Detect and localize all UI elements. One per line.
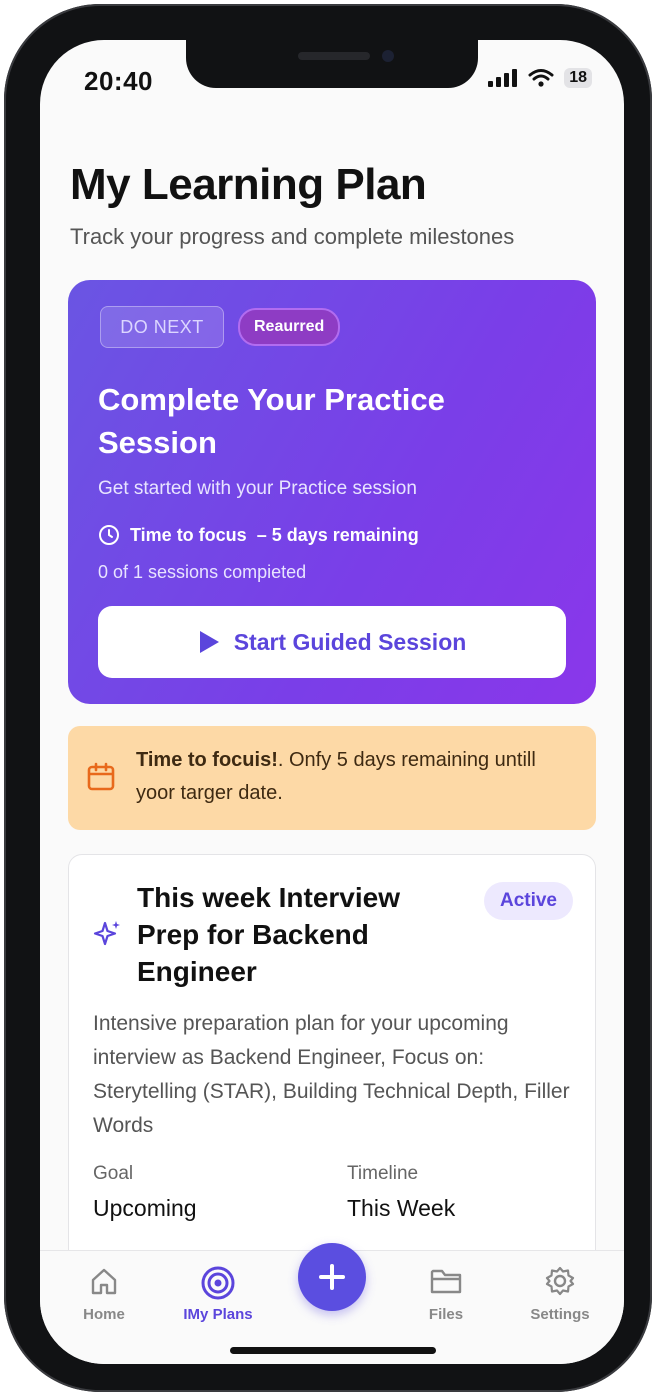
do-next-card: DO NEXT Reaurred Complete Your Practice … — [68, 280, 596, 704]
calendar-icon — [87, 762, 115, 791]
tab-settings-label: Settings — [530, 1306, 590, 1323]
focus-row: Time to focus – 5 days remaining — [98, 524, 419, 546]
gear-icon — [545, 1266, 575, 1296]
do-next-chip: DO NEXT — [100, 306, 224, 348]
required-badge: Reaurred — [238, 308, 341, 346]
notch — [186, 40, 478, 88]
goal-label: Goal — [93, 1163, 134, 1184]
timeline-label: Timeline — [347, 1163, 419, 1184]
target-icon — [201, 1266, 235, 1300]
focus-remaining: – 5 days remaining — [256, 524, 419, 545]
alert-bold: Time to focuis! — [136, 749, 278, 771]
status-time: 20:40 — [84, 66, 153, 96]
folder-icon — [430, 1269, 462, 1294]
battery-indicator: 18 — [564, 68, 592, 88]
play-icon — [199, 631, 219, 653]
wifi-icon — [528, 69, 554, 87]
active-badge: Active — [483, 882, 573, 920]
add-button[interactable] — [298, 1243, 366, 1311]
start-button-label: Start Guided Session — [233, 628, 467, 655]
timeline-value: This Week — [347, 1195, 456, 1221]
hero-description: Get started with your Practice session — [98, 478, 417, 499]
speaker — [298, 52, 370, 60]
page-title: My Learning Plan — [70, 160, 427, 209]
clock-icon — [99, 525, 119, 545]
home-icon — [91, 1268, 117, 1295]
sparkle-icon — [93, 921, 120, 946]
tab-my-plans-label: IMy Plans — [183, 1306, 253, 1323]
status-icons: 18 — [488, 68, 592, 88]
tab-home[interactable]: Home — [54, 1265, 154, 1323]
tab-files[interactable]: Files — [396, 1265, 496, 1323]
front-camera — [382, 50, 394, 62]
sessions-progress: 0 of 1 sessions compieted — [98, 562, 307, 582]
plan-title: This week Interview Prep for Backend Eng… — [137, 882, 400, 987]
plus-icon — [319, 1264, 345, 1290]
tab-my-plans[interactable]: IMy Plans — [168, 1265, 268, 1323]
home-indicator — [230, 1347, 436, 1354]
hero-title: Complete Your Practice Session — [98, 382, 445, 460]
tab-files-label: Files — [428, 1306, 464, 1323]
focus-label: Time to focus — [130, 524, 247, 545]
goal-value: Upcoming — [93, 1195, 197, 1221]
tab-bar: Home IMy Plans Files Settings — [40, 1243, 624, 1364]
tab-settings[interactable]: Settings — [510, 1265, 610, 1323]
deadline-alert: Time to focuis!. Onfy 5 days remaining u… — [68, 726, 596, 830]
alert-text: Time to focuis!. Onfy 5 days remaining u… — [136, 744, 576, 810]
tab-home-label: Home — [83, 1306, 125, 1323]
phone-frame: 20:40 18 My Learning Plan Track your pro… — [4, 4, 652, 1392]
page-subtitle: Track your progress and complete milesto… — [70, 224, 515, 249]
start-guided-session-button[interactable]: Start Guided Session — [98, 606, 566, 678]
plan-description: Intensive preparation plan for your upco… — [93, 1012, 570, 1137]
signal-icon — [488, 69, 518, 87]
screen: 20:40 18 My Learning Plan Track your pro… — [40, 40, 624, 1364]
